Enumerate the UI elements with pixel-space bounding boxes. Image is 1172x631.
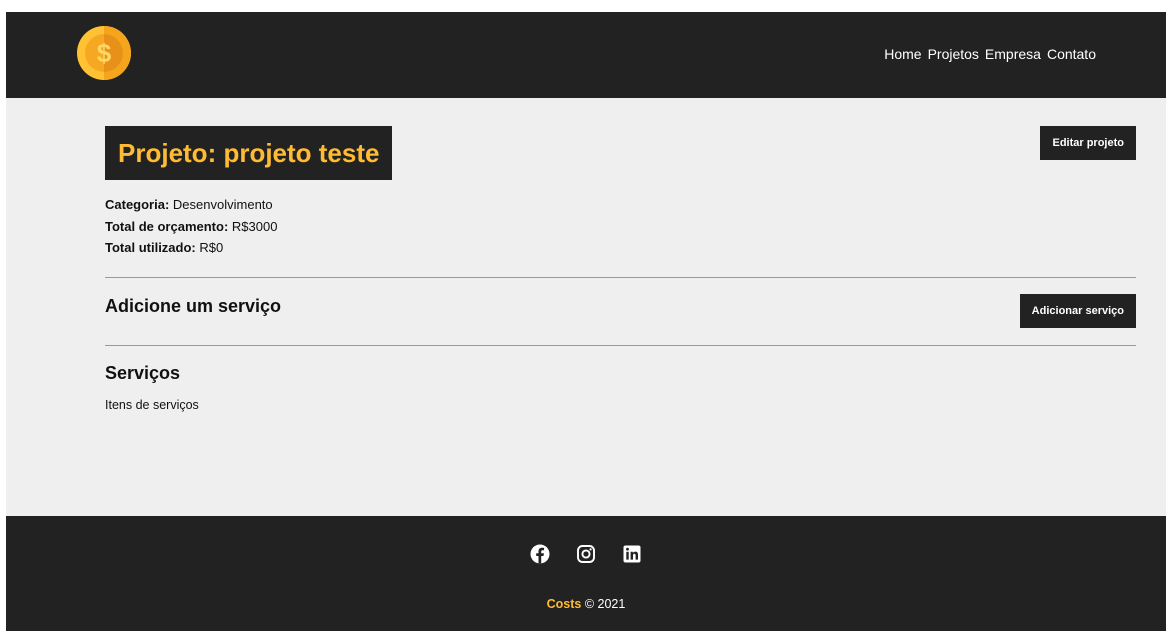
info-budget: Total de orçamento: R$3000 [105, 216, 277, 238]
info-used-label: Total utilizado: [105, 240, 196, 255]
add-service-button[interactable]: Adicionar serviço [1019, 294, 1136, 328]
copyright: Costs © 2021 [6, 597, 1166, 611]
facebook-icon[interactable] [530, 544, 550, 564]
project-title-box: Projeto: projeto teste [105, 126, 393, 180]
services-title: Serviços [105, 363, 181, 383]
info-category-value: Desenvolvimento [172, 197, 273, 212]
copyright-text: © 2021 [581, 597, 626, 611]
svg-text:$: $ [97, 38, 112, 68]
nav-link-home[interactable]: Home [884, 46, 921, 62]
info-budget-value: R$3000 [231, 218, 278, 234]
info-budget-label: Total de orçamento: [105, 218, 229, 234]
edit-project-button[interactable]: Editar projeto [1040, 126, 1136, 160]
navbar: $ Home Projetos Empresa Contato [6, 12, 1166, 98]
divider [105, 277, 1136, 278]
project-info: Categoria: Desenvolvimento Total de orça… [105, 194, 277, 259]
nav-link-empresa[interactable]: Empresa [985, 46, 1041, 62]
linkedin-icon[interactable] [622, 544, 642, 564]
info-used: Total utilizado: R$0 [105, 237, 277, 259]
services-list-text: Itens de serviços [105, 398, 199, 412]
project-details: Projeto: projeto teste Editar projeto Ca… [6, 98, 1166, 516]
nav-links: Home Projetos Empresa Contato [884, 46, 1096, 62]
info-category: Categoria: Desenvolvimento [105, 194, 277, 216]
project-title: Projeto: projeto teste [118, 137, 380, 168]
social-links [6, 544, 1166, 564]
nav-link-contato[interactable]: Contato [1047, 46, 1096, 62]
instagram-icon[interactable] [576, 544, 596, 564]
footer: Costs © 2021 [6, 516, 1166, 631]
dollar-coin-icon[interactable]: $ [76, 25, 132, 81]
info-used-value: R$0 [199, 240, 224, 255]
footer-brand: Costs [546, 597, 582, 611]
divider [105, 345, 1136, 346]
info-category-label: Categoria: [105, 197, 170, 212]
page: $ Home Projetos Empresa Contato Projeto:… [6, 12, 1166, 631]
nav-link-projetos[interactable]: Projetos [928, 46, 979, 62]
add-service-title: Adicione um serviço [105, 296, 282, 316]
